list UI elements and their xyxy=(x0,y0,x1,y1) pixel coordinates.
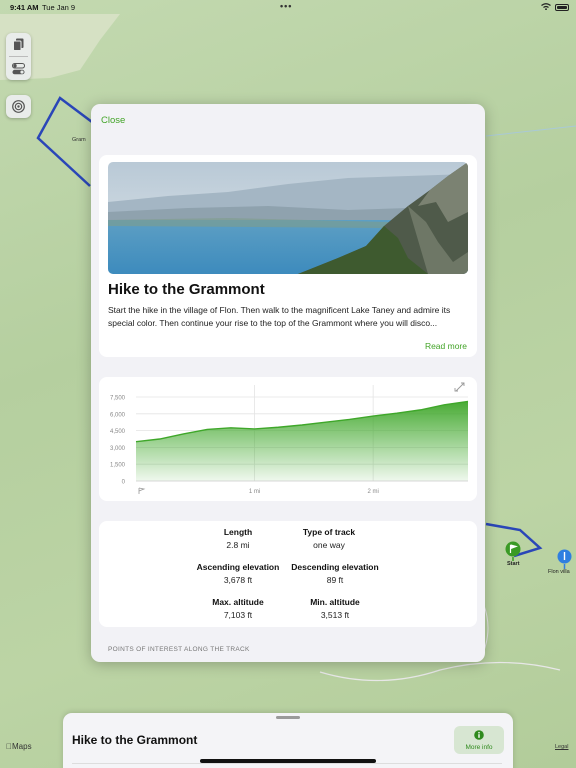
stat-max-altitude: Max. altitude 7,103 ft xyxy=(183,597,293,620)
locate-button[interactable] xyxy=(6,95,31,118)
status-time: 9:41 AM xyxy=(10,3,39,12)
poi-section-header: POINTS OF INTEREST ALONG THE TRACK xyxy=(108,646,250,653)
target-icon xyxy=(12,100,25,113)
info-icon xyxy=(474,730,484,740)
map-controls xyxy=(6,33,31,80)
toggles-icon xyxy=(12,62,25,74)
maps-logo-text: Maps xyxy=(6,742,32,751)
maps-logo: Maps xyxy=(6,742,32,751)
expand-icon xyxy=(454,382,465,392)
stat-min-altitude: Min. altitude 3,513 ft xyxy=(280,597,390,620)
stat-track-type-value: one way xyxy=(313,540,345,550)
stat-ascending-label: Ascending elevation xyxy=(196,562,280,572)
stat-min-altitude-value: 3,513 ft xyxy=(320,610,350,620)
status-bar: 9:41 AM Tue Jan 9 ••• xyxy=(0,0,576,14)
stat-max-altitude-label: Max. altitude xyxy=(212,597,264,607)
y-tick-label: 6,000 xyxy=(110,412,126,418)
elevation-chart: 0 1,500 3,000 4,500 6,000 7,500 1 mi 2 mi xyxy=(110,382,469,495)
y-tick-label: 4,500 xyxy=(110,429,126,435)
status-date: Tue Jan 9 xyxy=(42,3,76,12)
y-tick-label: 3,000 xyxy=(110,446,126,452)
start-pin-label: Start xyxy=(507,561,520,567)
more-info-label: More info xyxy=(465,744,493,751)
hike-detail-modal: Close Hike to the Grammont Start the hik… xyxy=(91,104,485,662)
stat-ascending: Ascending elevation 3,678 ft xyxy=(183,562,293,585)
sheet-grabber[interactable] xyxy=(276,716,300,719)
wifi-icon xyxy=(541,3,551,10)
stat-descending-value: 89 ft xyxy=(326,575,344,585)
location-control xyxy=(6,95,31,118)
stat-descending-label: Descending elevation xyxy=(291,562,379,572)
start-flag-icon xyxy=(138,487,146,494)
y-tick-label: 1,500 xyxy=(110,463,126,469)
x-tick-label: 1 mi xyxy=(249,489,260,495)
hike-summary-card: Hike to the Grammont Start the hike in t… xyxy=(99,155,477,357)
documents-icon xyxy=(13,38,24,51)
legal-link[interactable]: Legal xyxy=(555,744,568,750)
hike-description: Start the hike in the village of Flon. T… xyxy=(108,305,451,329)
hike-hero-image xyxy=(108,162,468,274)
flon-pin-label: Flon villa xyxy=(548,569,570,575)
close-button[interactable]: Close xyxy=(101,115,125,126)
hike-title: Hike to the Grammont xyxy=(108,281,265,298)
stat-track-type: Type of track one way xyxy=(274,527,384,550)
y-tick-label: 0 xyxy=(122,480,126,486)
home-indicator[interactable] xyxy=(200,759,376,763)
stat-descending: Descending elevation 89 ft xyxy=(280,562,390,585)
y-tick-label: 7,500 xyxy=(110,396,126,402)
read-more-link[interactable]: Read more xyxy=(425,341,467,351)
sheet-divider xyxy=(72,763,502,764)
documents-button[interactable] xyxy=(6,33,31,56)
multitasking-dots[interactable]: ••• xyxy=(280,1,292,11)
x-tick-label: 2 mi xyxy=(367,489,378,495)
map-place-label: Gram xyxy=(72,137,86,143)
elevation-area xyxy=(136,401,468,481)
stat-track-type-label: Type of track xyxy=(302,527,356,537)
stat-min-altitude-label: Min. altitude xyxy=(310,597,360,607)
stat-max-altitude-value: 7,103 ft xyxy=(223,610,253,620)
stat-ascending-value: 3,678 ft xyxy=(223,575,253,585)
flon-pin-icon[interactable] xyxy=(557,549,572,569)
track-stats-card: Length 2.8 mi Type of track one way Asce… xyxy=(99,521,477,627)
sheet-title: Hike to the Grammont xyxy=(72,733,198,747)
start-flag-icon[interactable] xyxy=(505,541,522,561)
toggles-button[interactable] xyxy=(6,57,31,80)
elevation-chart-card[interactable]: 0 1,500 3,000 4,500 6,000 7,500 1 mi 2 mi xyxy=(99,377,477,501)
battery-icon xyxy=(555,4,569,11)
more-info-button[interactable]: More info xyxy=(454,726,504,754)
